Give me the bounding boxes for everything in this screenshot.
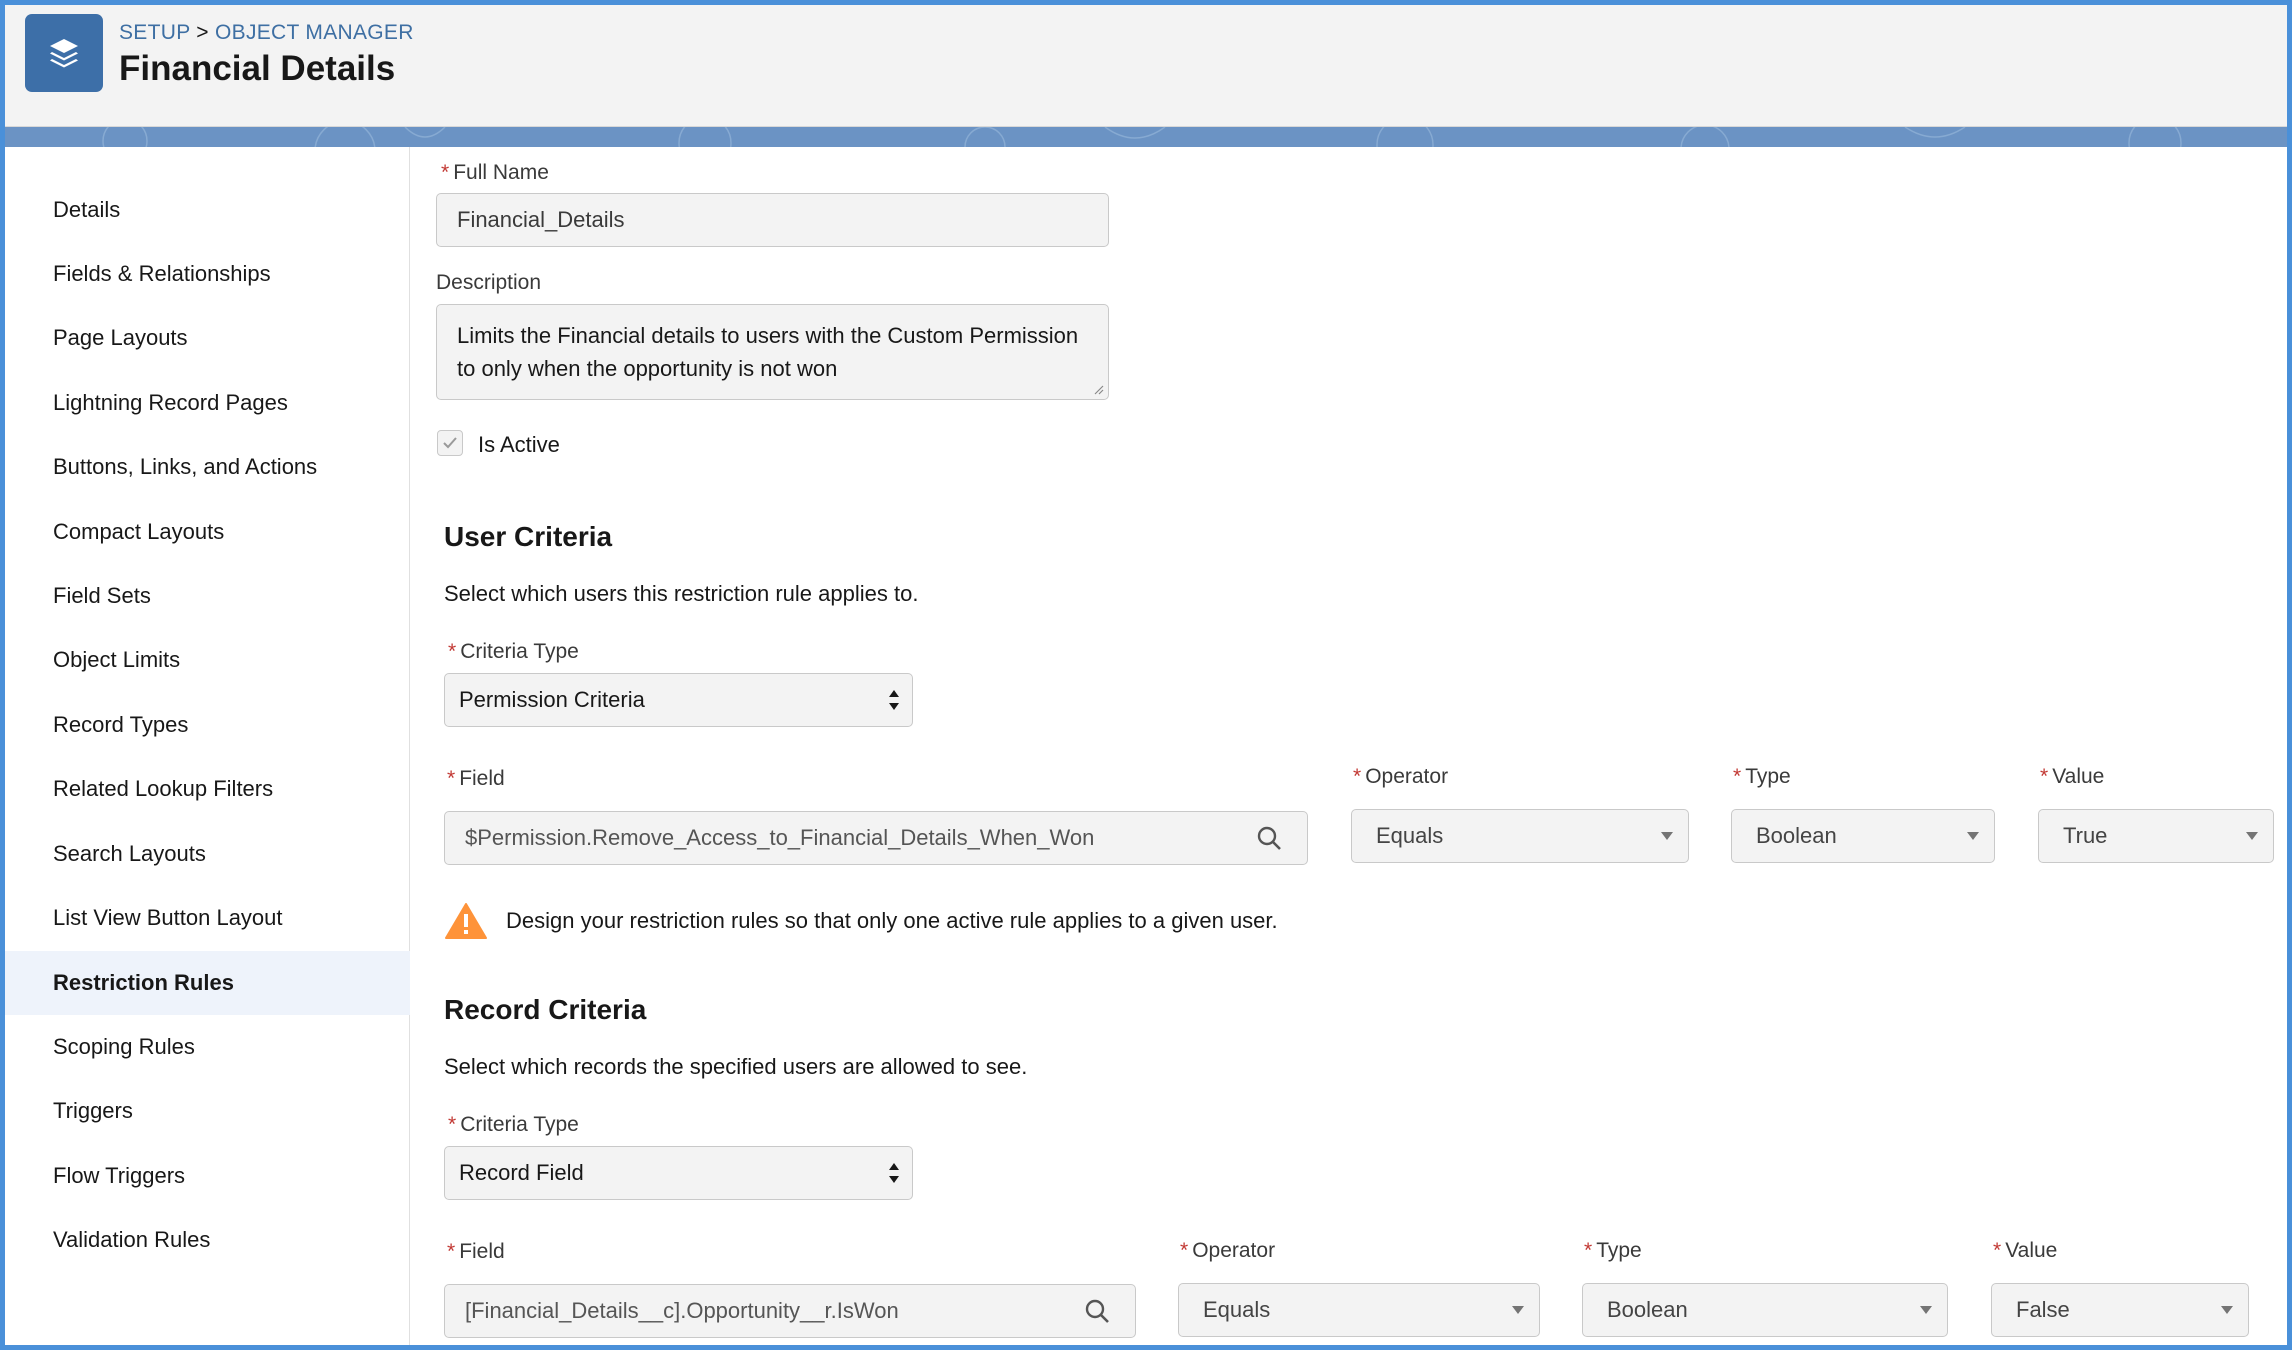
record-value-value: False (2016, 1297, 2070, 1322)
sidebar-item-buttons-links-actions[interactable]: Buttons, Links, and Actions (5, 435, 410, 499)
sidebar-item-search-layouts[interactable]: Search Layouts (5, 822, 410, 886)
resize-grip-icon[interactable] (1092, 383, 1104, 395)
record-field-lookup[interactable]: [Financial_Details__c].Opportunity__r.Is… (444, 1284, 1136, 1338)
record-field-value: [Financial_Details__c].Opportunity__r.Is… (465, 1298, 899, 1323)
breadcrumb-object-manager[interactable]: OBJECT MANAGER (215, 21, 414, 44)
single-rule-warning: Design your restriction rules so that on… (444, 902, 1278, 940)
record-criteria-type-label: * Criteria Type (448, 1113, 579, 1136)
record-criteria-type-value: Record Field (459, 1160, 584, 1185)
header-pattern-band (5, 127, 2287, 147)
warning-text: Design your restriction rules so that on… (506, 908, 1278, 933)
user-criteria-type-value: Permission Criteria (459, 687, 645, 712)
record-operator-select[interactable]: Equals (1178, 1283, 1540, 1337)
sidebar-item-validation-rules[interactable]: Validation Rules (5, 1208, 410, 1272)
user-type-value: Boolean (1756, 823, 1837, 848)
user-type-label: * Type (1733, 765, 1791, 788)
sidebar-item-list-view-button-layout[interactable]: List View Button Layout (5, 886, 410, 950)
sidebar-item-flow-triggers[interactable]: Flow Triggers (5, 1144, 410, 1208)
sidebar-item-record-types[interactable]: Record Types (5, 693, 410, 757)
record-criteria-description: Select which records the specified users… (444, 1054, 1028, 1079)
sidebar-item-restriction-rules[interactable]: Restriction Rules (5, 951, 410, 1015)
user-field-value: $Permission.Remove_Access_to_Financial_D… (465, 825, 1095, 850)
full-name-input[interactable]: Financial_Details (436, 193, 1109, 247)
record-type-value: Boolean (1607, 1297, 1688, 1322)
sidebar-item-fields-relationships[interactable]: Fields & Relationships (5, 242, 410, 306)
is-active-checkbox[interactable] (437, 430, 463, 456)
user-criteria-type-select[interactable]: Permission Criteria (444, 673, 913, 727)
search-icon[interactable] (1255, 824, 1283, 852)
sidebar-item-page-layouts[interactable]: Page Layouts (5, 306, 410, 370)
record-operator-value: Equals (1203, 1297, 1271, 1322)
layers-icon (25, 14, 103, 92)
is-active-label: Is Active (478, 432, 560, 457)
chevron-down-icon (1661, 832, 1673, 840)
warning-icon (445, 903, 487, 939)
chevron-down-icon (1920, 1306, 1932, 1314)
user-operator-select[interactable]: Equals (1351, 809, 1689, 863)
sidebar-item-related-lookup-filters[interactable]: Related Lookup Filters (5, 757, 410, 821)
restriction-rule-form: * Full Name Financial_Details Description… (411, 147, 2287, 1345)
sidebar-item-lightning-record-pages[interactable]: Lightning Record Pages (5, 371, 410, 435)
chevron-down-icon (1967, 832, 1979, 840)
record-criteria-title: Record Criteria (444, 994, 647, 1025)
chevron-down-icon (1512, 1306, 1524, 1314)
full-name-label: * Full Name (441, 161, 549, 184)
search-icon[interactable] (1083, 1297, 1111, 1325)
description-label: Description (436, 271, 542, 294)
up-down-arrows-icon (889, 690, 899, 710)
breadcrumb-setup[interactable]: SETUP (119, 21, 190, 44)
user-criteria-title: User Criteria (444, 521, 613, 552)
breadcrumb-separator: > (196, 21, 209, 44)
user-field-label: * Field (447, 767, 505, 790)
description-text: Limits the Financial details to users wi… (457, 323, 1079, 381)
user-criteria-type-label: * Criteria Type (448, 640, 579, 663)
chevron-down-icon (2246, 832, 2258, 840)
record-type-label: * Type (1584, 1239, 1642, 1262)
user-value-label: * Value (2040, 765, 2105, 788)
user-operator-value: Equals (1376, 823, 1444, 848)
checkmark-icon (443, 437, 457, 449)
user-field-lookup[interactable]: $Permission.Remove_Access_to_Financial_D… (444, 811, 1308, 865)
sidebar-item-scoping-rules[interactable]: Scoping Rules (5, 1015, 410, 1079)
object-manager-sidebar: Details Fields & Relationships Page Layo… (5, 147, 410, 1345)
up-down-arrows-icon (889, 1163, 899, 1183)
user-criteria-description: Select which users this restriction rule… (444, 581, 919, 606)
record-value-label: * Value (1993, 1239, 2058, 1262)
sidebar-item-triggers[interactable]: Triggers (5, 1079, 410, 1143)
record-field-label: * Field (447, 1240, 505, 1263)
user-value-value: True (2063, 823, 2108, 848)
record-value-select[interactable]: False (1991, 1283, 2249, 1337)
record-operator-label: * Operator (1180, 1239, 1276, 1262)
record-criteria-type-select[interactable]: Record Field (444, 1146, 913, 1200)
user-type-select[interactable]: Boolean (1731, 809, 1995, 863)
record-type-select[interactable]: Boolean (1582, 1283, 1948, 1337)
description-textarea[interactable]: Limits the Financial details to users wi… (436, 304, 1109, 400)
app-frame: SETUP > OBJECT MANAGER Financial Details… (0, 0, 2292, 1350)
breadcrumb: SETUP > OBJECT MANAGER (119, 21, 414, 45)
sidebar-item-details[interactable]: Details (5, 178, 410, 242)
user-value-select[interactable]: True (2038, 809, 2274, 863)
sidebar-item-field-sets[interactable]: Field Sets (5, 564, 410, 628)
page-title: Financial Details (119, 49, 396, 88)
user-operator-label: * Operator (1353, 765, 1449, 788)
chevron-down-icon (2221, 1306, 2233, 1314)
sidebar-item-compact-layouts[interactable]: Compact Layouts (5, 500, 410, 564)
page-header: SETUP > OBJECT MANAGER Financial Details (5, 5, 2287, 127)
sidebar-item-object-limits[interactable]: Object Limits (5, 628, 410, 692)
